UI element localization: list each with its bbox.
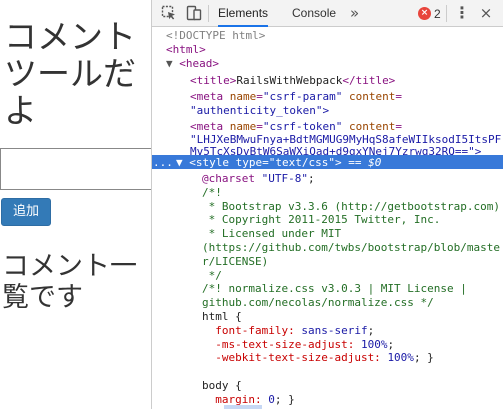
css-line: */ — [202, 268, 222, 282]
inspect-element-icon[interactable] — [160, 4, 178, 22]
css-line: -ms-text-size-adjust: 100%; — [202, 337, 395, 351]
expand-arrow-icon[interactable]: ▼ — [166, 57, 179, 70]
toolbar-divider-2 — [446, 5, 447, 22]
html-node[interactable]: <html> — [166, 43, 503, 56]
css-line: -webkit-text-size-adjust: 100%; } — [202, 351, 434, 365]
tab-scroll-indicator — [224, 405, 262, 409]
css-line: * Copyright 2011-2015 Twitter, Inc. — [202, 213, 441, 227]
add-button[interactable]: 追加 — [1, 198, 51, 226]
customize-menu-icon[interactable]: ⋮ — [454, 2, 470, 24]
css-line: @charset "UTF-8"; — [202, 172, 315, 185]
device-toolbar-icon[interactable] — [185, 4, 203, 22]
devtools-panel: Elements Console » × 2 ⋮ × <!DOCTYPE htm… — [151, 0, 503, 409]
dom-tree: <!DOCTYPE html> <html> ▼ <head> <title>R… — [152, 27, 503, 409]
tab-elements[interactable]: Elements — [218, 0, 269, 27]
css-line: /*! normalize.css v3.0.3 | MIT License | — [202, 282, 467, 296]
css-line: html { — [202, 310, 242, 323]
meta-csrf-token-node[interactable]: <meta name="csrf-token" content= — [190, 120, 503, 133]
comment-input[interactable] — [0, 148, 151, 190]
css-line: github.com/necolas/normalize.css */ — [202, 296, 434, 310]
title-node[interactable]: <title>RailsWithWebpack</title> — [190, 74, 503, 87]
doctype-node[interactable]: <!DOCTYPE html> — [166, 29, 503, 42]
css-line: /*! — [202, 185, 222, 199]
css-line: * Licensed under MIT — [202, 227, 342, 241]
css-line: * Bootstrap v3.3.6 (http://getbootstrap.… — [202, 199, 501, 213]
css-line: body { — [202, 379, 242, 392]
head-node[interactable]: ▼ <head> — [166, 57, 503, 70]
error-count: 2 — [434, 7, 441, 21]
css-line: r/LICENSE) — [202, 254, 269, 268]
page-heading: コメントツールだよ — [4, 17, 136, 130]
css-line: (https://github.com/twbs/bootstrap/blob/… — [202, 241, 501, 254]
toolbar-divider — [208, 5, 209, 22]
page-content: コメントツールだよ 追加 コメント一覧です — [0, 0, 151, 409]
error-icon: × — [418, 7, 431, 20]
more-tabs-button[interactable]: » — [350, 0, 359, 27]
devtools-toolbar: Elements Console » × 2 ⋮ × — [152, 0, 503, 27]
close-devtools-icon[interactable]: × — [478, 2, 494, 24]
comment-list-heading: コメント一覧です — [2, 251, 137, 313]
meta-csrf-param-node[interactable]: <meta name="csrf-param" content= — [190, 90, 503, 103]
css-line: font-family: sans-serif; — [202, 323, 375, 337]
tab-console[interactable]: Console — [292, 0, 336, 27]
meta-csrf-param-content: "authenticity_token"> — [190, 104, 330, 117]
selected-style-node[interactable]: ... ▼ <style type="text/css"> == $0 — [152, 155, 503, 169]
